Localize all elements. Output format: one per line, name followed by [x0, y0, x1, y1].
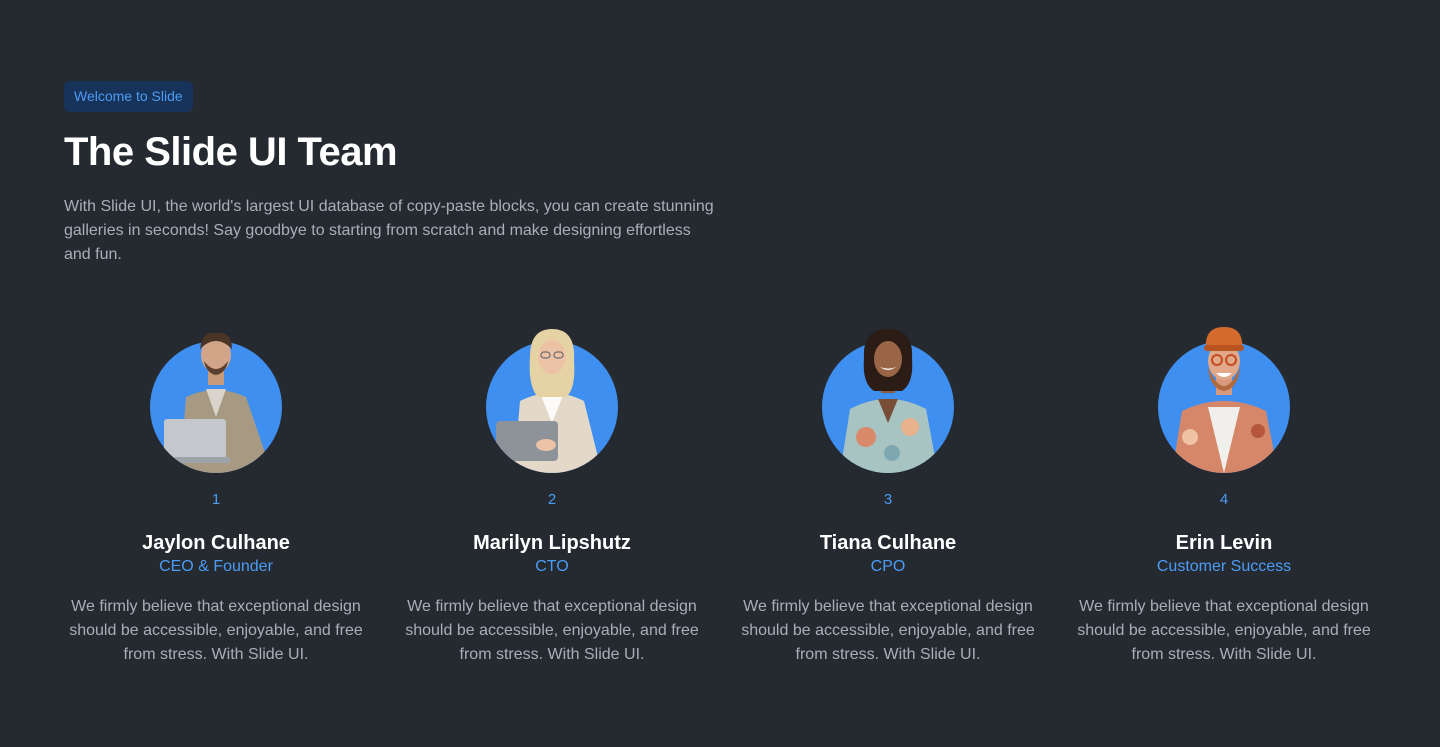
avatar	[822, 327, 954, 473]
member-bio: We firmly believe that exceptional desig…	[405, 598, 699, 663]
member-number: 4	[1219, 491, 1229, 508]
avatar	[486, 327, 618, 473]
member-name: Jaylon Culhane	[142, 532, 290, 554]
team-grid: 1 Jaylon Culhane CEO & Founder We firmly…	[48, 327, 1392, 667]
member-role: CTO	[535, 558, 569, 575]
person-portrait	[840, 329, 938, 473]
person-portrait	[160, 332, 272, 473]
page-title: The Slide UI Team	[64, 130, 398, 174]
member-role: CPO	[870, 558, 906, 575]
avatar	[150, 327, 282, 473]
team-member-card: 3 Tiana Culhane CPO We firmly believe th…	[720, 327, 1056, 667]
member-name: Erin Levin	[1175, 532, 1273, 554]
member-number: 3	[883, 491, 893, 508]
member-bio: We firmly believe that exceptional desig…	[69, 598, 363, 663]
team-section: Welcome to Slide The Slide UI Team With …	[0, 0, 1440, 747]
member-role: Customer Success	[1156, 558, 1292, 575]
member-bio: We firmly believe that exceptional desig…	[741, 598, 1035, 663]
avatar	[1158, 327, 1290, 473]
person-portrait	[496, 329, 602, 473]
member-role: CEO & Founder	[159, 558, 273, 575]
team-member-card: 1 Jaylon Culhane CEO & Founder We firmly…	[48, 327, 384, 667]
member-number: 2	[547, 491, 557, 508]
welcome-badge: Welcome to Slide	[64, 81, 193, 112]
member-name: Tiana Culhane	[819, 532, 957, 554]
team-member-card: 2 Marilyn Lipshutz CTO We firmly believe…	[384, 327, 720, 667]
member-bio: We firmly believe that exceptional desig…	[1077, 598, 1371, 663]
team-member-card: 4 Erin Levin Customer Success We firmly …	[1056, 327, 1392, 667]
member-name: Marilyn Lipshutz	[473, 532, 631, 554]
person-portrait	[1172, 327, 1278, 473]
intro-text: With Slide UI, the world's largest UI da…	[64, 198, 714, 263]
member-number: 1	[211, 491, 221, 508]
